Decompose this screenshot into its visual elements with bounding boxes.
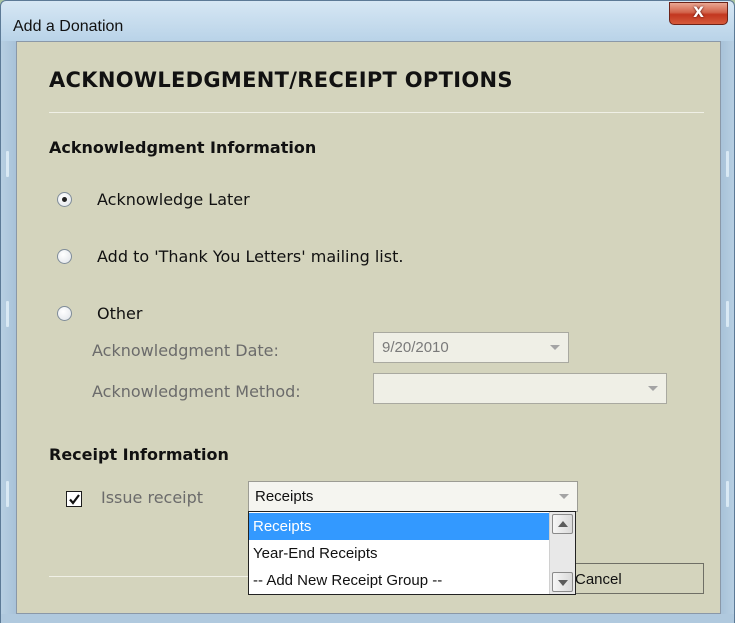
arrow-down-icon	[558, 580, 568, 586]
scroll-down-button[interactable]	[552, 572, 573, 592]
title-bar[interactable]: Add a Donation X	[1, 1, 734, 41]
resize-grip-right	[726, 481, 729, 507]
scroll-up-button[interactable]	[552, 514, 573, 534]
resize-grip-left	[6, 481, 9, 507]
ack-date-label: Acknowledgment Date:	[92, 341, 279, 360]
ack-method-label: Acknowledgment Method:	[92, 382, 301, 401]
issue-receipt-label: Issue receipt	[101, 488, 204, 507]
window-frame-right	[720, 41, 734, 623]
radio-button[interactable]	[57, 249, 72, 264]
receipt-group-dropdown[interactable]: Receipts	[248, 481, 578, 512]
list-item[interactable]: Year-End Receipts	[249, 540, 549, 567]
radio-button[interactable]	[57, 192, 72, 207]
ack-date-dropdown[interactable]: 9/20/2010	[373, 332, 569, 363]
receipt-group-list[interactable]: Receipts Year-End Receipts -- Add New Re…	[248, 511, 576, 595]
issue-receipt-checkbox[interactable]	[66, 491, 82, 507]
resize-grip-right	[726, 151, 729, 177]
ack-section-title: Acknowledgment Information	[49, 138, 317, 157]
window-frame-left	[1, 41, 17, 623]
radio-label: Acknowledge Later	[97, 190, 250, 209]
heading-divider	[49, 112, 704, 113]
window-frame-bottom	[1, 614, 734, 623]
resize-grip-left	[6, 151, 9, 177]
close-button[interactable]: X	[669, 2, 728, 25]
list-item[interactable]: -- Add New Receipt Group --	[249, 567, 549, 594]
radio-button[interactable]	[57, 306, 72, 321]
ack-date-value: 9/20/2010	[382, 339, 449, 356]
radio-label: Add to 'Thank You Letters' mailing list.	[97, 247, 404, 266]
receipt-section-title: Receipt Information	[49, 445, 229, 464]
chevron-down-icon	[559, 494, 569, 499]
ack-method-dropdown[interactable]	[373, 373, 667, 404]
dialog-window: Add a Donation X ACKNOWLEDGMENT/RECEIPT …	[0, 0, 735, 623]
receipt-group-value: Receipts	[255, 488, 314, 505]
resize-grip-left	[6, 301, 9, 327]
arrow-up-icon	[558, 521, 568, 527]
cancel-button-label: Cancel	[575, 571, 622, 588]
page-title: ACKNOWLEDGMENT/RECEIPT OPTIONS	[49, 68, 513, 92]
chevron-down-icon	[648, 386, 658, 391]
window-title: Add a Donation	[13, 18, 124, 35]
dropdown-scrollbar[interactable]	[549, 512, 575, 594]
check-icon	[69, 494, 80, 505]
radio-label: Other	[97, 304, 143, 323]
chevron-down-icon	[550, 345, 560, 350]
resize-grip-right	[726, 301, 729, 327]
list-item[interactable]: Receipts	[249, 513, 549, 540]
close-icon: X	[693, 5, 704, 21]
cancel-button[interactable]: Cancel	[569, 563, 704, 594]
